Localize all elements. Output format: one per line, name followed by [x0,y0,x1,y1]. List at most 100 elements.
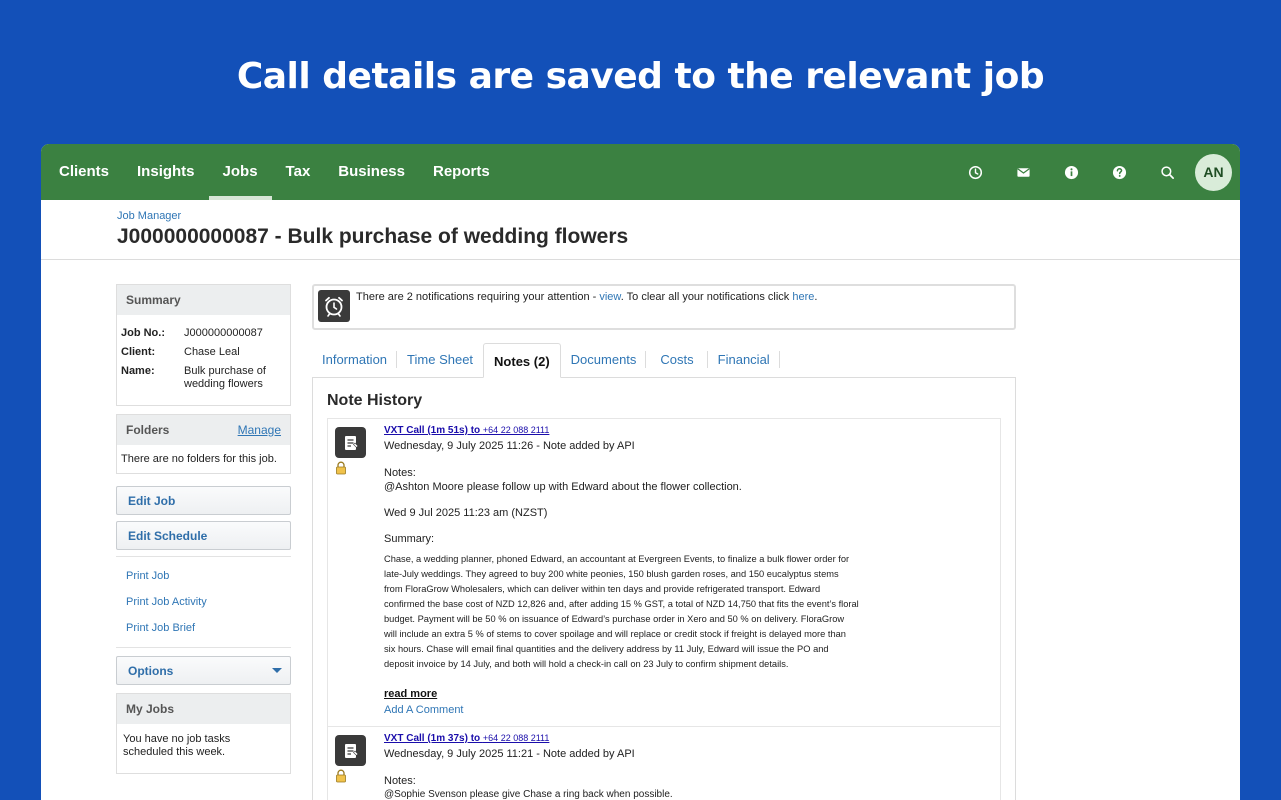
page-header: Job Manager J000000000087 - Bulk purchas… [41,200,1240,260]
notification-text: There are 2 notifications requiring your… [356,291,817,303]
name-value: Bulk purchase of wedding flowers [184,365,266,390]
client-label: Client: [121,346,156,358]
job-no-value: J000000000087 [184,327,263,339]
note-title-link[interactable]: VXT Call (1m 51s) to +64 22 088 2111 [384,425,1000,436]
summary-text: Chase, a wedding planner, phoned Edward,… [384,552,894,672]
help-icon[interactable] [1095,144,1143,200]
edit-job-button[interactable]: Edit Job [116,486,291,515]
tab-costs[interactable]: Costs [646,342,708,377]
print-job-link[interactable]: Print Job [116,563,291,589]
divider [116,647,291,648]
job-no-label: Job No.: [121,327,165,339]
headline: Call details are saved to the relevant j… [236,56,1045,97]
nav-jobs[interactable]: Jobs [208,144,272,200]
read-more-link[interactable]: read more [384,688,1000,700]
notification-prefix: There are 2 notifications requiring your… [356,291,600,303]
breadcrumb[interactable]: Job Manager [117,210,1240,222]
lock-icon [335,461,347,480]
folders-box: Folders Manage There are no folders for … [116,414,291,474]
nav-clients[interactable]: Clients [41,144,123,200]
tab-notes[interactable]: Notes (2) [483,343,561,378]
divider [116,556,291,557]
summary-heading: Summary [117,285,290,315]
edit-schedule-button[interactable]: Edit Schedule [116,521,291,550]
note-meta: Wednesday, 9 July 2025 11:21 - Note adde… [384,748,635,760]
content: Summary Job No.: J000000000087 Client: C… [41,260,1240,800]
my-jobs-box: My Jobs You have no job tasks scheduled … [116,693,291,774]
note-phone: +64 22 088 2111 [482,733,550,743]
page-title: J000000000087 - Bulk purchase of wedding… [117,225,629,248]
print-job-brief-link[interactable]: Print Job Brief [116,615,291,641]
summary-line: confirmed the base cost of NZD 12,826 an… [384,599,859,609]
folders-empty: There are no folders for this job. [121,453,277,465]
top-nav: Clients Insights Jobs Tax Business Repor… [41,144,1240,200]
my-jobs-empty: You have no job tasks scheduled this wee… [123,733,231,758]
note-date: Wed 9 Jul 2025 11:23 am (NZST) [384,507,548,519]
manage-link[interactable]: Manage [238,415,281,445]
tab-information[interactable]: Information [312,342,398,377]
add-comment-link[interactable]: Add A Comment [384,704,1000,716]
notification-bar: There are 2 notifications requiring your… [312,284,1016,330]
main-panel: There are 2 notifications requiring your… [312,284,1016,800]
summary-line: deposit invoice by 14 July, and both wil… [384,659,789,669]
summary-line: Chase, a wedding planner, phoned Edward,… [384,554,850,564]
clock-icon[interactable] [951,144,999,200]
caret-down-icon [272,668,282,673]
tab-financial[interactable]: Financial [708,342,780,377]
note-item: VXT Call (1m 37s) to +64 22 088 2111 Wed… [327,726,1001,800]
options-label: Options [128,664,174,678]
tab-documents[interactable]: Documents [561,342,647,377]
tab-time-sheet[interactable]: Time Sheet [397,342,483,377]
alarm-clock-icon [318,290,350,322]
client-row: Client: Chase Leal [117,346,290,359]
folders-heading: Folders [126,423,170,437]
print-job-activity-link[interactable]: Print Job Activity [116,589,291,615]
nav-right: AN [951,144,1232,200]
view-link[interactable]: view [599,291,620,303]
note-icon [335,427,366,458]
note-phone: +64 22 088 2111 [482,425,550,435]
note-meta: Wednesday, 9 July 2025 11:26 - Note adde… [384,440,635,452]
nav-insights[interactable]: Insights [123,144,209,200]
note-icon [335,735,366,766]
job-no-row: Job No.: J000000000087 [117,327,290,340]
summary-box: Summary Job No.: J000000000087 Client: C… [116,284,291,406]
notes-text: @Ashton Moore please follow up with Edwa… [384,481,742,493]
sidebar: Summary Job No.: J000000000087 Client: C… [116,284,291,782]
info-icon[interactable] [1047,144,1095,200]
notification-middle: . To clear all your notifications click [620,291,793,303]
summary-line: will include an extra 5 % of stems to co… [384,629,846,639]
my-jobs-heading: My Jobs [117,694,290,724]
mail-icon[interactable] [999,144,1047,200]
lock-icon [335,769,347,788]
note-title: VXT Call (1m 51s) to [384,425,483,436]
note-history-heading: Note History [327,392,423,409]
client-value: Chase Leal [184,346,240,358]
nav-reports[interactable]: Reports [419,144,504,200]
search-icon[interactable] [1143,144,1191,200]
notes-label: Notes: [384,775,416,787]
name-label: Name: [121,365,155,377]
nav-business[interactable]: Business [324,144,419,200]
summary-label: Summary: [384,533,435,545]
tab-bar: Information Time Sheet Notes (2) Documen… [312,342,1016,378]
here-link[interactable]: here [792,291,814,303]
name-row: Name: Bulk purchase of wedding flowers [117,365,290,391]
avatar[interactable]: AN [1195,153,1232,191]
notes-panel: Note History VXT Call (1m 51s) to +64 22… [312,377,1016,800]
nav-tax[interactable]: Tax [272,144,325,200]
summary-line: from FloraGrow Wholesalers, which can de… [384,584,821,594]
note-title: VXT Call (1m 37s) to [384,733,483,744]
active-indicator [208,196,272,200]
folders-header: Folders Manage [117,415,290,445]
summary-line: six hours. Chase will email final quanti… [384,644,829,654]
note-item: VXT Call (1m 51s) to +64 22 088 2111 Wed… [327,418,1001,726]
notification-suffix: . [814,291,818,303]
summary-line: late-July weddings. They agreed to buy 2… [384,569,839,579]
note-title-link[interactable]: VXT Call (1m 37s) to +64 22 088 2111 [384,733,1000,744]
nav-jobs-label: Jobs [222,163,258,180]
notes-label: Notes: [384,467,416,479]
notes-text: @Sophie Svenson please give Chase a ring… [384,789,673,800]
options-dropdown[interactable]: Options [116,656,291,685]
summary-line: budget. Payment will be 50 % on issuance… [384,614,845,624]
